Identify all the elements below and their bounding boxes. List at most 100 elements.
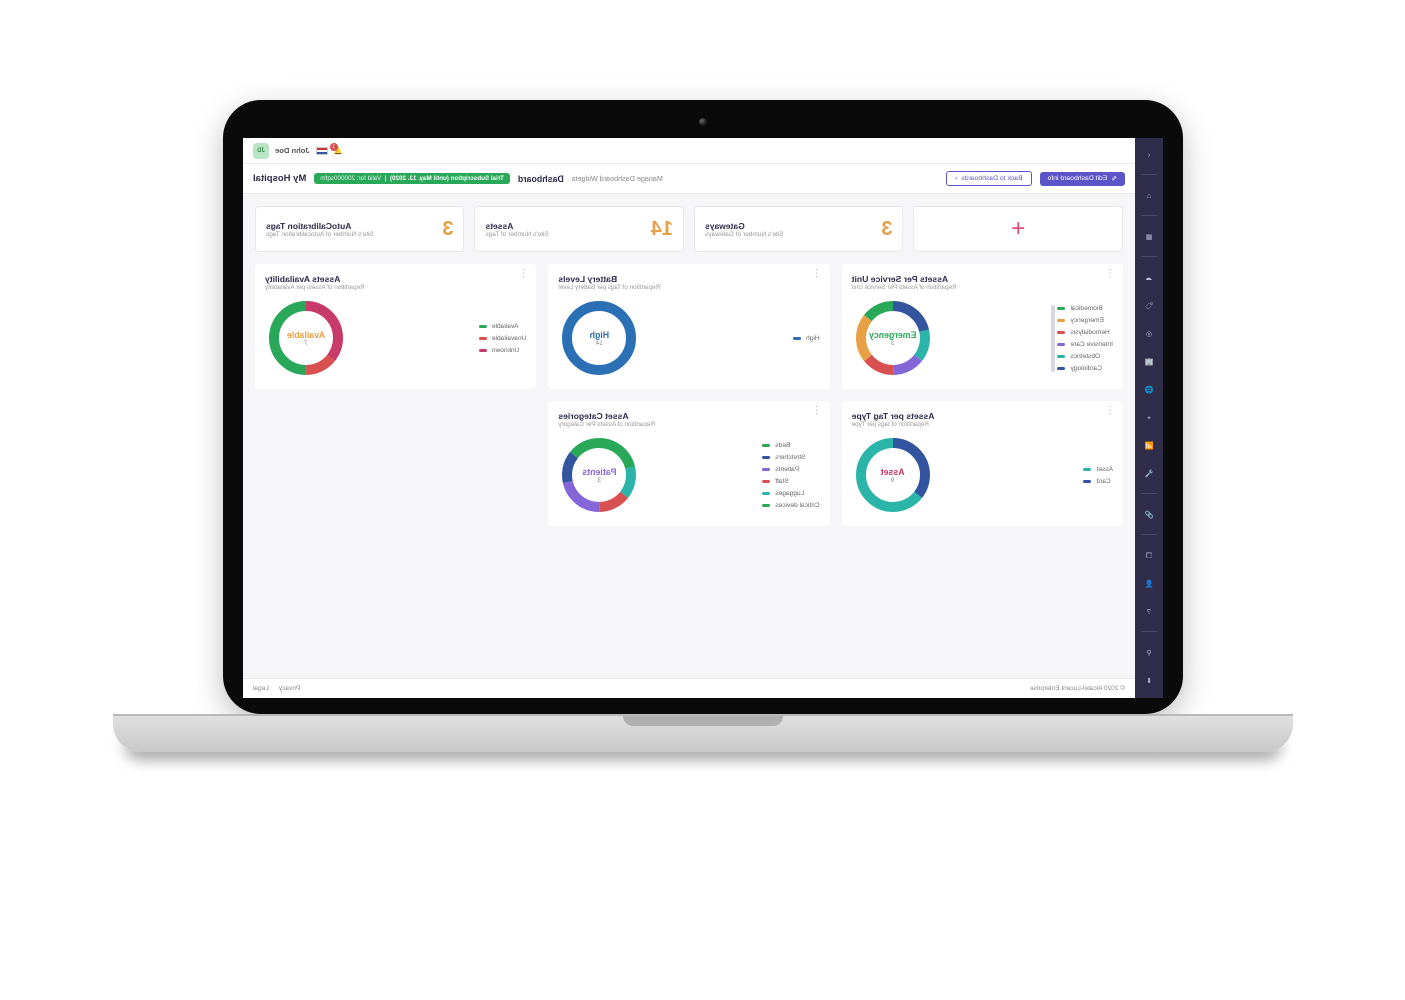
legend-categories: Beds Stretchers Patients Staff Luggages Criti… — [762, 442, 819, 509]
laptop-bezel: ‹ ⌂ ▦ ☁ 🏷 ◎ 🏢 🌐 + 📶 🔧 🔗 ❐ 👤 ? — [223, 100, 1183, 714]
donut-value: 3 — [890, 340, 894, 347]
wifi-icon[interactable]: 📶 — [1141, 437, 1157, 453]
chevron-left-icon[interactable]: ‹ — [1141, 146, 1157, 162]
empty-slot — [255, 401, 536, 526]
user-name[interactable]: John Doe — [275, 146, 310, 155]
laptop-mockup: ‹ ⌂ ▦ ☁ 🏷 ◎ 🏢 🌐 + 📶 🔧 🔗 ❐ 👤 ? — [223, 100, 1183, 752]
plus-icon[interactable]: + — [1141, 409, 1157, 425]
legend-item[interactable]: Patients — [762, 466, 819, 473]
legend-item[interactable]: Biomedical — [1057, 305, 1113, 312]
donut-value: 7 — [304, 340, 308, 347]
donut-label: Patients — [582, 467, 616, 477]
laptop-notch — [623, 716, 783, 726]
legend-item[interactable]: Hemodialysis — [1057, 329, 1113, 336]
building-icon[interactable]: 🏢 — [1141, 353, 1157, 369]
legend-item[interactable]: Luggages — [762, 490, 819, 497]
notification-bell-icon[interactable]: 🔔 1 — [333, 146, 342, 155]
user-area: 🔔 1 John Doe JD — [253, 143, 343, 159]
donut-categories[interactable]: Patients 3 — [558, 434, 640, 516]
sub-bar: ✎ Edit Dashboard info Back to Dashboards… — [243, 164, 1135, 194]
locale-flag-icon[interactable] — [315, 147, 327, 155]
tag-icon[interactable]: 🏷 — [1141, 297, 1157, 313]
donut-label: Emergency — [868, 330, 915, 340]
plus-icon: + — [1011, 215, 1025, 243]
legend-item[interactable]: Unavailable — [478, 335, 525, 342]
legend-item[interactable]: High — [793, 335, 820, 342]
privacy-link[interactable]: Privacy — [278, 685, 299, 692]
add-widget-card[interactable]: + — [913, 206, 1123, 252]
kebab-icon[interactable]: ⋮ — [811, 272, 821, 276]
stat-value: 3 — [881, 218, 892, 241]
stat-autocal[interactable]: 3 AutoCalibration Tags Site's Number of … — [255, 206, 465, 252]
sidebar-separator — [1141, 256, 1157, 257]
kebab-icon[interactable]: ⋮ — [1105, 409, 1115, 413]
cloud-icon[interactable]: ☁ — [1141, 269, 1157, 285]
legend-item[interactable]: Card — [1083, 478, 1113, 485]
kebab-icon[interactable]: ⋮ — [518, 272, 528, 276]
donut-tagtype[interactable]: Asset 9 — [851, 434, 933, 516]
legend-item[interactable]: Unknown — [478, 347, 525, 354]
legal-link[interactable]: Legal — [253, 685, 269, 692]
legend-item[interactable]: Staff — [762, 478, 819, 485]
kebab-icon[interactable]: ⋮ — [811, 409, 821, 413]
stat-assets[interactable]: 14 Assets Site's Number of Tags — [474, 206, 684, 252]
globe-icon[interactable]: 🌐 — [1141, 381, 1157, 397]
card-title: Assets Availability — [265, 274, 526, 284]
download-icon[interactable]: ⬇ — [1141, 672, 1157, 688]
kebab-icon[interactable]: ⋮ — [1105, 272, 1115, 276]
notification-count: 1 — [329, 143, 337, 151]
site-name: My Hospital — [253, 173, 306, 184]
legend-item[interactable]: Obstetrics — [1057, 353, 1113, 360]
user-icon[interactable]: 👤 — [1141, 575, 1157, 591]
top-bar: 🔔 1 John Doe JD — [243, 138, 1135, 164]
edit-dashboard-button[interactable]: ✎ Edit Dashboard info — [1039, 172, 1124, 186]
legend-item[interactable]: Beds — [762, 442, 819, 449]
card-subtitle: Repartition of Assets Per Category — [558, 421, 819, 428]
legend-item[interactable]: Stretchers — [762, 454, 819, 461]
copyright: © 2020 Alcatel-Lucent Enterprise — [1029, 685, 1124, 692]
footer: © 2020 Alcatel-Lucent Enterprise Privacy… — [243, 678, 1135, 698]
legend-item[interactable]: Available — [478, 323, 525, 330]
sidebar-separator — [1141, 174, 1157, 175]
card-subtitle: Repartition of Assets per Availability — [265, 284, 526, 291]
legend-item[interactable]: Critical devices — [762, 502, 819, 509]
avatar[interactable]: JD — [253, 143, 269, 159]
wrench-icon[interactable]: 🔧 — [1141, 465, 1157, 481]
dashboard-body: + 3 Gateways Site's Number of Gateways 1… — [243, 194, 1135, 678]
stat-title: Gateways — [705, 221, 784, 231]
breadcrumb-sub[interactable]: Manage Dashboard Widgets — [571, 174, 662, 183]
back-label: Back to Dashboards — [961, 175, 1022, 182]
legend-item[interactable]: Cardiology — [1057, 365, 1113, 372]
edit-dashboard-label: Edit Dashboard info — [1047, 175, 1107, 182]
sidebar-separator — [1141, 534, 1157, 535]
card-battery: ⋮ Battery Levels Repartition of Tags per… — [548, 264, 829, 389]
copy-icon[interactable]: ❐ — [1141, 547, 1157, 563]
donut-label: High — [589, 330, 609, 340]
target-icon[interactable]: ◎ — [1141, 325, 1157, 341]
help-icon[interactable]: ? — [1141, 603, 1157, 619]
stat-subtitle: Site's Number of Gateways — [705, 231, 784, 238]
breadcrumb-main[interactable]: Dashboard — [517, 174, 563, 184]
donut-battery[interactable]: High 14 — [558, 297, 640, 379]
link-icon[interactable]: 🔗 — [1141, 506, 1157, 522]
sidebar-separator — [1141, 493, 1157, 494]
legend-item[interactable]: Asset — [1083, 466, 1113, 473]
stat-row: + 3 Gateways Site's Number of Gateways 1… — [255, 206, 1123, 252]
stat-subtitle: Site's Number of Tags — [485, 231, 548, 238]
legend-item[interactable]: Emergency — [1057, 317, 1113, 324]
main-panel: 🔔 1 John Doe JD ✎ Edit Dashboard info — [243, 138, 1135, 698]
trial-valid-text: Valid for: 200000sqfm — [320, 175, 381, 182]
legend-item[interactable]: Intensive Care — [1057, 341, 1113, 348]
chevron-right-icon: › — [955, 175, 957, 182]
home-icon[interactable]: ⌂ — [1141, 187, 1157, 203]
location-icon[interactable]: ⚲ — [1141, 644, 1157, 660]
donut-service[interactable]: Emergency 3 — [851, 297, 933, 379]
back-to-dashboards-button[interactable]: Back to Dashboards › — [946, 171, 1031, 186]
sidebar-separator — [1141, 631, 1157, 632]
app-screen: ‹ ⌂ ▦ ☁ 🏷 ◎ 🏢 🌐 + 📶 🔧 🔗 ❐ 👤 ? — [243, 138, 1163, 698]
card-categories: ⋮ Asset Categories Repartition of Assets… — [548, 401, 829, 526]
donut-availability[interactable]: Available 7 — [265, 297, 347, 379]
card-subtitle: Repartition of Assets Per Service Unit — [851, 284, 1112, 291]
stat-gateways[interactable]: 3 Gateways Site's Number of Gateways — [694, 206, 904, 252]
grid-icon[interactable]: ▦ — [1141, 228, 1157, 244]
